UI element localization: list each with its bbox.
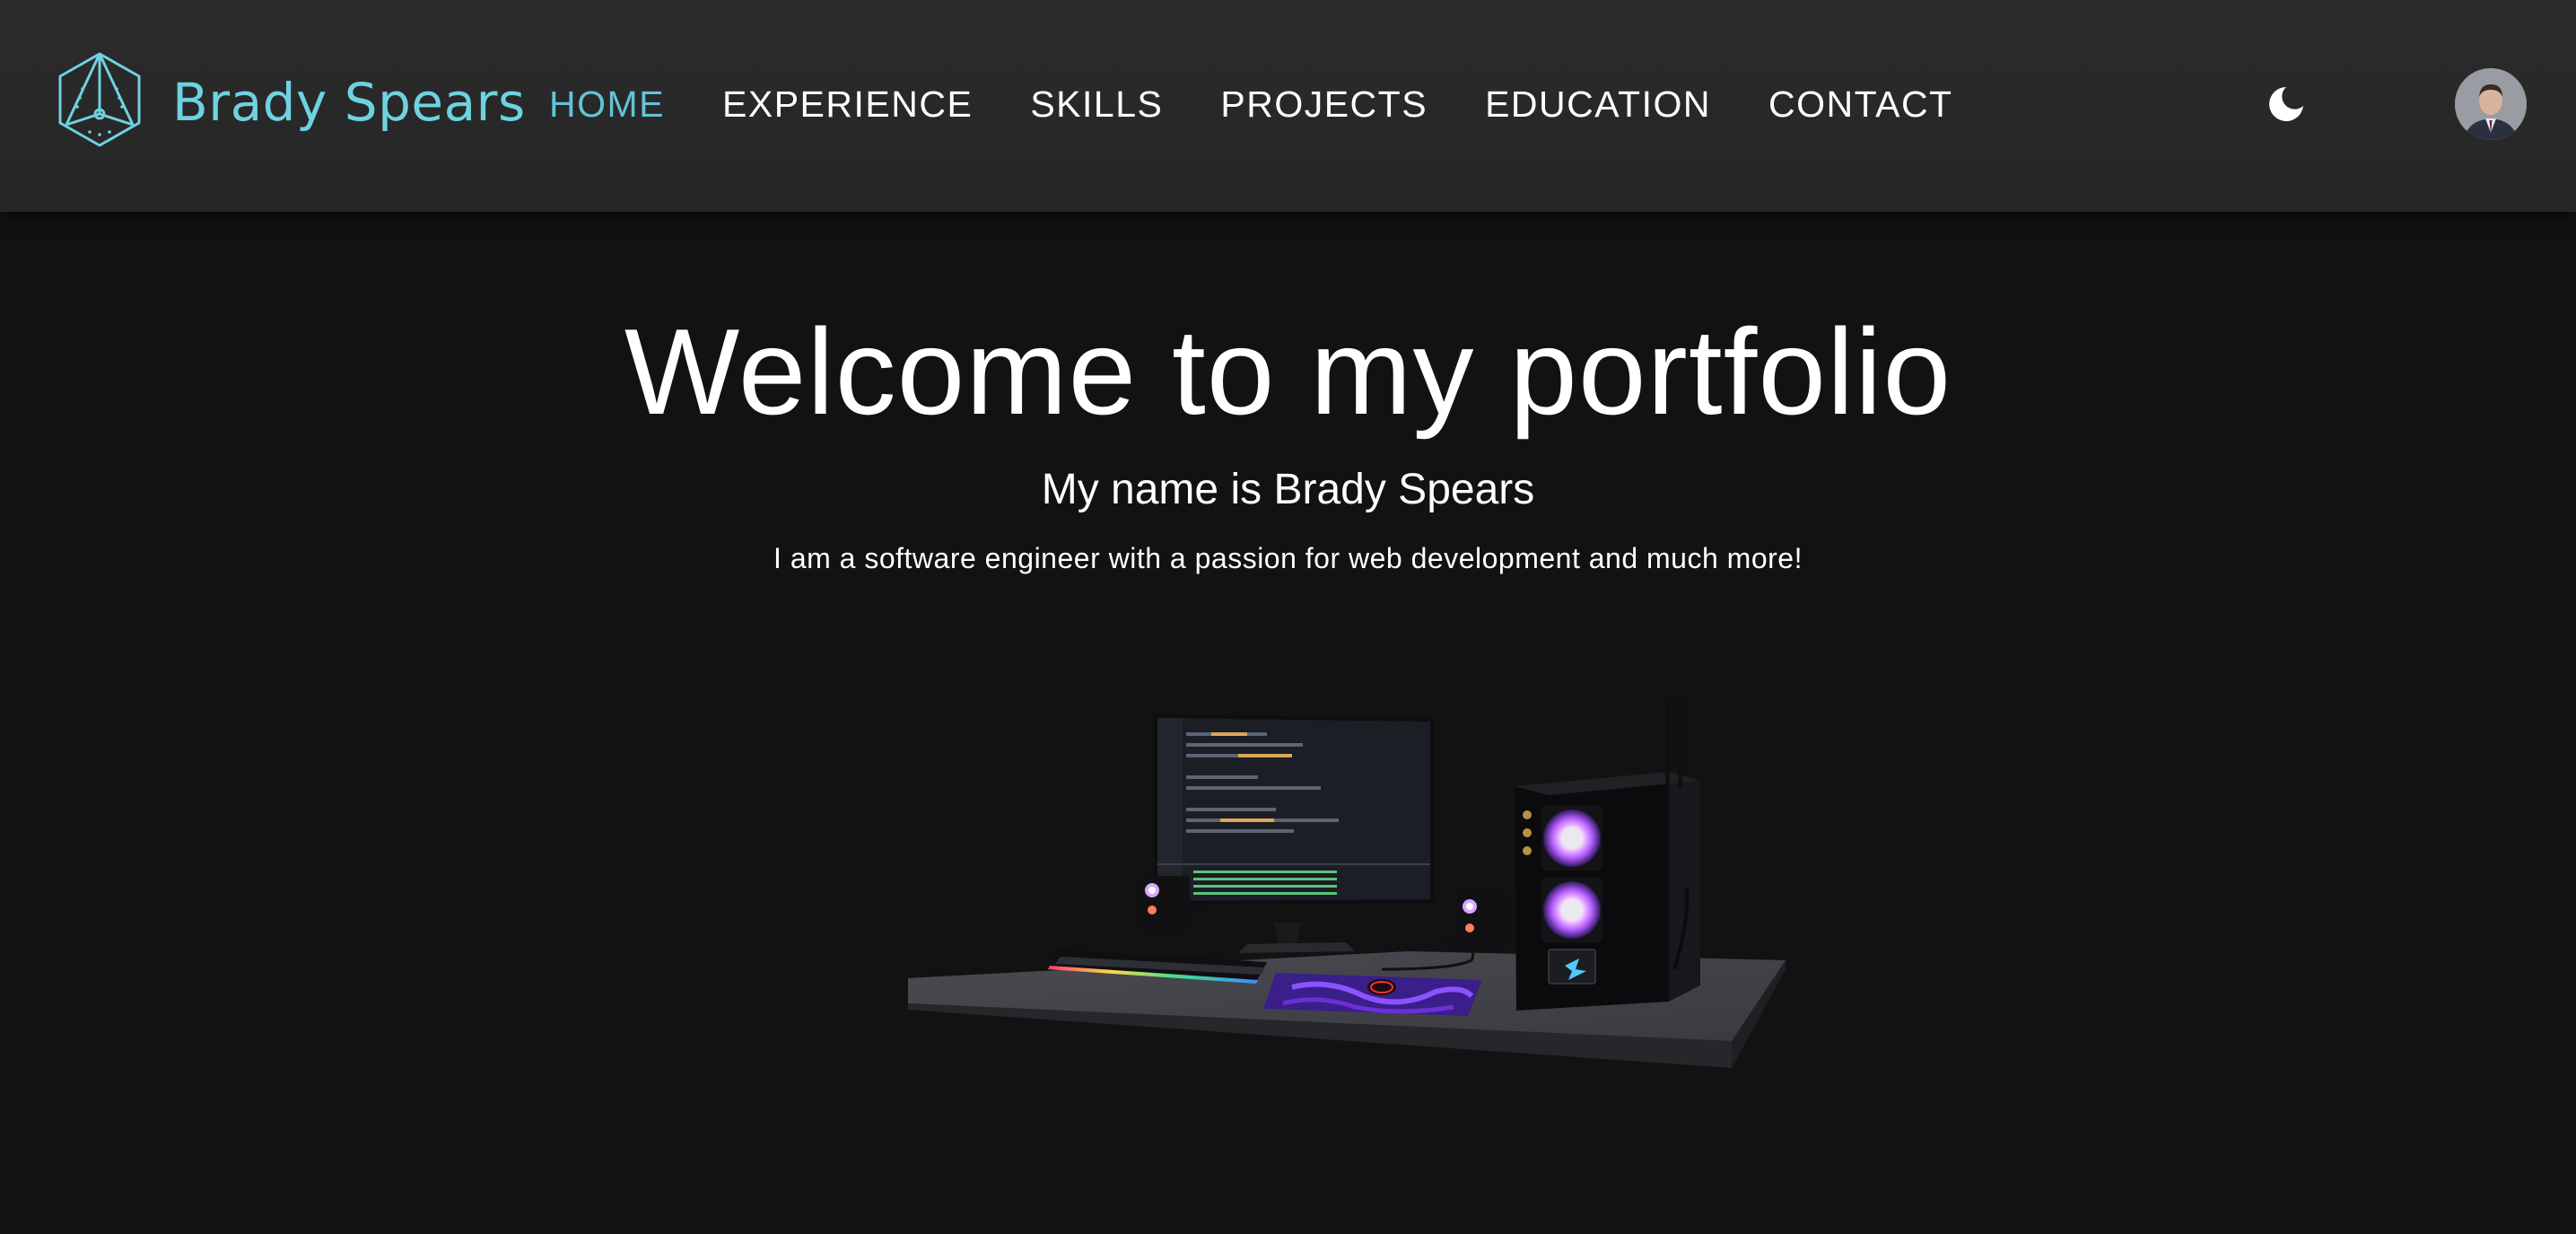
geometric-prism-logo-icon	[58, 52, 141, 147]
desk-scene-icon	[908, 698, 1786, 1068]
avatar[interactable]	[2455, 68, 2527, 140]
profile-photo-icon	[2455, 68, 2527, 140]
hero-subtitle: My name is Brady Spears	[1041, 466, 1535, 513]
nav-item-contact[interactable]: CONTACT	[1768, 83, 1953, 126]
nav-item-home[interactable]: HOME	[549, 83, 665, 126]
main-nav: HOME EXPERIENCE SKILLS PROJECTS EDUCATIO…	[549, 77, 2011, 131]
brand-name: Brady Spears	[172, 72, 526, 133]
brand-home-link[interactable]: Brady Spears	[56, 50, 526, 149]
nav-item-education[interactable]: EDUCATION	[1485, 83, 1711, 126]
navbar: Brady Spears HOME EXPERIENCE SKILLS PROJ…	[0, 0, 2576, 212]
theme-toggle-button[interactable]	[2266, 84, 2306, 124]
hero-title: Welcome to my portfolio	[624, 303, 1952, 440]
hero-description: I am a software engineer with a passion …	[773, 542, 1803, 574]
desk-setup-3d-model[interactable]	[897, 698, 1803, 1104]
nav-item-experience[interactable]: EXPERIENCE	[722, 83, 973, 126]
nav-item-skills[interactable]: SKILLS	[1030, 83, 1163, 126]
moon-icon	[2269, 87, 2303, 121]
nav-item-projects[interactable]: PROJECTS	[1220, 83, 1428, 126]
